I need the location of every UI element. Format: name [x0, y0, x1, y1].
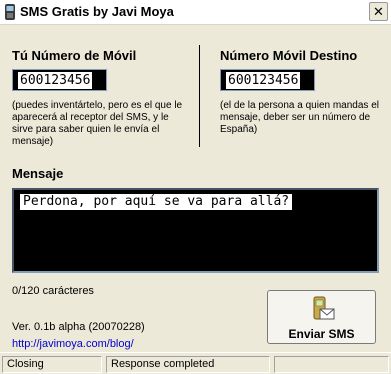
blog-link[interactable]: http://javimoya.com/blog/ [12, 338, 134, 350]
sender-number-value: 600123456 [18, 72, 93, 89]
window-title: SMS Gratis by Javi Moya [20, 4, 174, 19]
status-panel-extra [274, 356, 389, 373]
status-bar: Closing Response completed [0, 352, 391, 374]
recipient-label: Número Móvil Destino [220, 48, 358, 63]
sender-note: (puedes inventártelo, pero es el que le … [12, 100, 183, 147]
message-label: Mensaje [12, 166, 64, 181]
title-bar: SMS Gratis by Javi Moya ✕ [0, 0, 391, 25]
recipient-number-input[interactable]: 600123456 [220, 69, 315, 91]
message-textarea[interactable]: Perdona, por aquí se va para allá? [12, 188, 379, 273]
recipient-note: (el de la persona a quien mandas el mens… [220, 100, 379, 135]
column-divider [199, 45, 200, 147]
character-counter: 0/120 carácteres [12, 285, 94, 297]
sender-label: Tú Número de Móvil [12, 48, 137, 63]
send-sms-label: Enviar SMS [288, 327, 355, 341]
phone-icon [5, 4, 15, 20]
status-panel-state: Closing [2, 356, 102, 373]
message-text: Perdona, por aquí se va para allá? [20, 194, 293, 210]
version-text: Ver. 0.1b alpha (20070228) [12, 321, 145, 333]
status-panel-response: Response completed [106, 356, 270, 373]
sender-number-input[interactable]: 600123456 [12, 69, 107, 91]
phone-envelope-icon [313, 296, 335, 320]
recipient-number-value: 600123456 [226, 72, 301, 89]
send-sms-button[interactable]: Enviar SMS [267, 290, 376, 344]
close-button[interactable]: ✕ [369, 2, 388, 21]
